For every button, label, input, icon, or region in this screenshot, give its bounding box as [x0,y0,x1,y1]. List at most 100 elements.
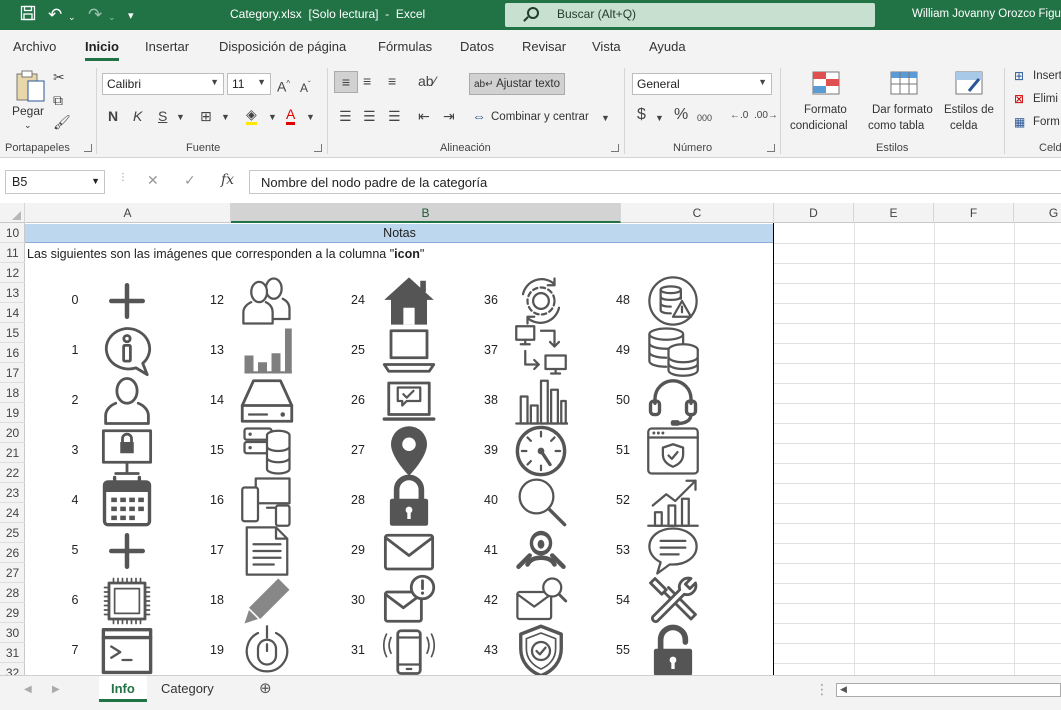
formula-input[interactable]: Nombre del nodo padre de la categoría [249,170,1061,194]
worksheet-grid[interactable]: A B C D E F G 10 11 12 13 14 15 16 17 18 19 20 21 22… [0,203,1061,675]
split-handle-icon[interactable]: ⋮ [815,681,829,697]
orientation-icon[interactable]: ab⁄ [418,73,436,89]
cut-icon[interactable]: ✂ [53,69,65,85]
row-header[interactable]: 29 [0,603,25,623]
column-header-f[interactable]: F [934,203,1014,223]
shrink-font-icon[interactable]: Aˇ [300,77,311,96]
tab-datos[interactable]: Datos [460,39,494,54]
description-cell[interactable]: Las siguientes son las imágenes que corr… [27,244,424,264]
number-format-select[interactable]: General ▼ [632,73,772,95]
row-header[interactable]: 13 [0,283,25,303]
table-format-icon[interactable] [890,71,918,98]
row-header[interactable]: 14 [0,303,25,323]
tab-revisar[interactable]: Revisar [522,39,566,54]
row-header[interactable]: 27 [0,563,25,583]
align-left-icon[interactable]: ☰ [339,108,352,124]
prev-sheet-icon[interactable]: ◀ [24,682,32,698]
tab-archivo[interactable]: Archivo [13,39,56,54]
tab-insertar[interactable]: Insertar [145,39,189,54]
font-launcher-icon[interactable] [314,144,322,152]
more-options-icon[interactable]: ⋮ [118,172,128,183]
alignment-launcher-icon[interactable] [611,144,619,152]
row-header[interactable]: 30 [0,623,25,643]
row-header[interactable]: 12 [0,263,25,283]
fill-dropdown-icon[interactable]: ▼ [268,109,277,125]
column-header-e[interactable]: E [854,203,934,223]
undo-dropdown-icon[interactable]: ⌄ [68,7,76,27]
format-painter-icon[interactable]: 🖌 [53,114,71,130]
number-launcher-icon[interactable] [767,144,775,152]
thousands-icon[interactable]: 000 [697,110,712,126]
borders-dropdown-icon[interactable]: ▼ [221,109,230,125]
italic-button[interactable]: K [133,108,142,124]
decrease-indent-icon[interactable]: ⇤ [418,108,430,124]
underline-button[interactable]: S [158,108,167,124]
row-header[interactable]: 32 [0,663,25,675]
customize-toolbar-icon[interactable]: ▾ [128,6,134,26]
redo-icon[interactable]: ↷ [88,5,102,25]
row-header[interactable]: 17 [0,363,25,383]
delete-cells-label[interactable]: Elimi [1033,92,1058,106]
align-top-icon[interactable]: ≡ [334,71,358,93]
row-header[interactable]: 24 [0,503,25,523]
align-middle-icon[interactable]: ≡ [363,73,371,89]
row-header[interactable]: 16 [0,343,25,363]
insert-cells-label[interactable]: Insert [1033,69,1061,83]
column-header-d[interactable]: D [774,203,854,223]
row-header[interactable]: 26 [0,543,25,563]
cell-styles-label-1[interactable]: Estilos de [944,103,994,117]
user-name[interactable]: William Jovanny Orozco Figu [912,8,1061,20]
cell-styles-icon[interactable] [955,71,983,98]
currency-icon[interactable]: $ [637,107,646,123]
row-header[interactable]: 10 [0,223,25,243]
row-header[interactable]: 19 [0,403,25,423]
paste-icon[interactable] [14,68,46,107]
font-name-select[interactable]: Calibri ▼ [102,73,224,95]
row-header[interactable]: 15 [0,323,25,343]
paste-dropdown-icon[interactable]: ⌄ [24,118,32,132]
font-color-dropdown-icon[interactable]: ▼ [306,109,315,125]
merge-center-icon[interactable]: ⇔ [472,108,486,124]
merge-center-label[interactable]: Combinar y centrar [491,110,589,124]
paste-label[interactable]: Pegar [12,104,44,118]
insert-function-icon[interactable]: fx [221,172,234,188]
cell-styles-label-2[interactable]: celda [950,119,978,133]
column-header-b[interactable]: B [231,203,621,223]
redo-dropdown-icon[interactable]: ⌄ [108,7,116,27]
tab-ayuda[interactable]: Ayuda [649,39,686,54]
conditional-format-label-2[interactable]: condicional [790,119,848,133]
row-header[interactable]: 11 [0,243,25,263]
table-format-label-2[interactable]: como tabla [868,119,924,133]
tab-inicio[interactable]: Inicio [85,39,119,61]
next-sheet-icon[interactable]: ▶ [52,682,60,698]
grow-font-icon[interactable]: A^ [277,76,290,95]
align-center-icon[interactable]: ☰ [363,108,376,124]
enter-icon[interactable]: ✓ [184,172,196,189]
row-header[interactable]: 21 [0,443,25,463]
horizontal-scrollbar[interactable]: ◀ [836,683,1061,697]
increase-decimal-icon[interactable]: ←.0 [730,108,748,124]
search-input[interactable]: Buscar (Alt+Q) [505,3,875,27]
row-header[interactable]: 20 [0,423,25,443]
copy-icon[interactable]: ⧉ [53,92,63,108]
align-bottom-icon[interactable]: ≡ [388,73,396,89]
cancel-icon[interactable]: ✕ [147,172,159,189]
scroll-left-icon[interactable]: ◀ [840,684,847,695]
conditional-format-label-1[interactable]: Formato [804,103,847,117]
bold-button[interactable]: N [108,108,118,124]
row-header[interactable]: 22 [0,463,25,483]
fill-color-icon[interactable]: ◈ [246,106,257,125]
select-all-button[interactable] [0,203,25,223]
tab-disposicion[interactable]: Disposición de página [219,39,346,54]
row-header[interactable]: 25 [0,523,25,543]
insert-cells-icon[interactable]: ⊞ [1014,68,1024,84]
row-header[interactable]: 31 [0,643,25,663]
add-sheet-icon[interactable]: ⊕ [259,681,272,697]
merge-dropdown-icon[interactable]: ▼ [601,110,610,126]
currency-dropdown-icon[interactable]: ▼ [655,110,664,126]
sheet-tab-info[interactable]: Info [99,676,147,702]
column-header-g[interactable]: G [1014,203,1061,223]
column-header-a[interactable]: A [25,203,231,223]
wrap-text-button[interactable]: ab↵ Ajustar texto [469,73,565,95]
borders-icon[interactable]: ⊞ [200,108,212,124]
